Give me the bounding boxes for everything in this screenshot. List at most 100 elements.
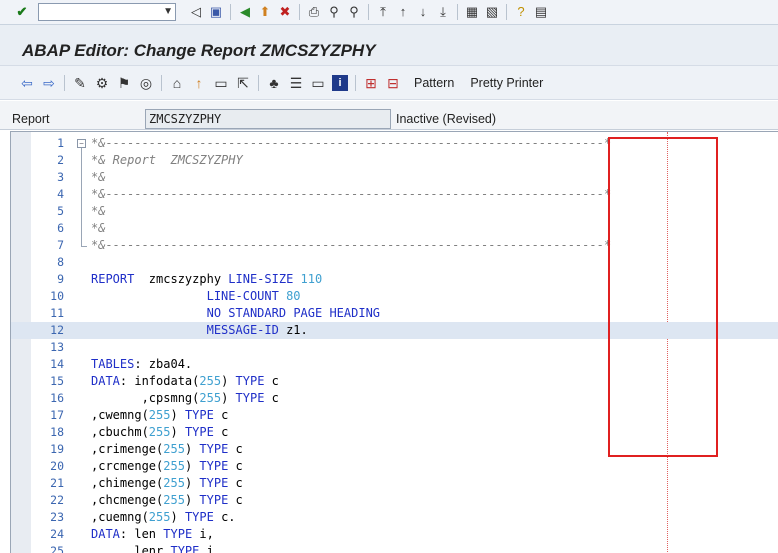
line-number: 20 [50, 459, 64, 473]
code-text: ,cwemng(255) TYPE c [91, 408, 229, 422]
toolbar-separator [64, 74, 65, 91]
first-page-icon[interactable]: ⤒ [375, 4, 391, 20]
code-line[interactable]: 23 ,cuemng(255) TYPE c. [11, 509, 778, 526]
application-toolbar: ⇦ ⇨ ✎ ⚙ ⚑ ◎ ⌂ ↑ ▭ ⇱ ♣ ☰ ▭ i ⊞ ⊟ Pattern … [0, 66, 778, 100]
line-number: 5 [57, 204, 64, 218]
code-text: ,crimenge(255) TYPE c [91, 442, 243, 456]
save-icon[interactable]: ▣ [208, 4, 224, 20]
info-icon[interactable]: i [332, 74, 348, 91]
line-number: 24 [50, 527, 64, 541]
toolbar-separator [299, 4, 300, 20]
navigation-window-icon[interactable]: ⇱ [235, 75, 251, 91]
toolbar-separator [368, 4, 369, 20]
line-number: 21 [50, 476, 64, 490]
pretty-printer-button[interactable]: Pretty Printer [470, 76, 543, 90]
code-text: *&--------------------------------------… [91, 136, 612, 150]
layout-menu-icon[interactable]: ▤ [533, 4, 549, 20]
command-field-dropdown-icon[interactable]: ▼ [163, 4, 173, 20]
stack-icon[interactable]: ☰ [288, 75, 304, 91]
find-icon[interactable]: ⚲ [326, 4, 342, 20]
code-text: LINE-COUNT 80 [206, 289, 301, 303]
code-line[interactable]: 24 DATA: len TYPE i, [11, 526, 778, 543]
toolbar-separator [457, 4, 458, 20]
report-label: Report [12, 112, 50, 126]
code-line[interactable]: 25 lenr TYPE i. [11, 543, 778, 553]
back-icon[interactable]: ◀ [237, 4, 253, 20]
code-text: lenr TYPE i. [91, 544, 222, 553]
activate-icon[interactable]: ⚑ [116, 75, 132, 91]
code-text: ,chimenge(255) TYPE c [91, 476, 243, 490]
line-number: 16 [50, 391, 64, 405]
collapse-block-icon[interactable]: − [77, 139, 86, 148]
line-number: 6 [57, 221, 64, 235]
line-number: 3 [57, 170, 64, 184]
help-icon[interactable]: ? [513, 4, 529, 20]
display-object-list-icon[interactable]: ▭ [213, 75, 229, 91]
line-number: 25 [50, 544, 64, 553]
print-icon[interactable]: ⎙ [306, 4, 322, 20]
line-number: 7 [57, 238, 64, 252]
line-number: 23 [50, 510, 64, 524]
new-session-icon[interactable]: ▦ [464, 4, 480, 20]
annotation-highlight-box [608, 137, 718, 457]
display-change-icon[interactable]: ✎ [72, 75, 88, 91]
code-text: ,chcmenge(255) TYPE c [91, 493, 243, 507]
code-text: DATA: len TYPE i, [91, 527, 214, 541]
report-row: Report ZMCSZYZPHY Inactive (Revised) [0, 101, 778, 130]
insert-icon[interactable]: ⊞ [363, 75, 379, 91]
line-number: 11 [50, 306, 64, 320]
back-history-icon[interactable]: ◁ [188, 4, 204, 20]
enter-check-icon[interactable]: ✔ [14, 4, 30, 20]
line-number: 14 [50, 357, 64, 371]
code-line[interactable]: 20 ,crcmenge(255) TYPE c [11, 458, 778, 475]
line-number: 8 [57, 255, 64, 269]
code-line[interactable]: 21 ,chimenge(255) TYPE c [11, 475, 778, 492]
line-number: 13 [50, 340, 64, 354]
line-number: 4 [57, 187, 64, 201]
command-field[interactable]: ▼ [38, 3, 176, 21]
check-syntax-icon[interactable]: ⚙ [94, 75, 110, 91]
line-number: 9 [57, 272, 64, 286]
code-text: ,cpsmng(255) TYPE c [91, 391, 279, 405]
shortcut-icon[interactable]: ▧ [484, 4, 500, 20]
back-arrow-icon[interactable]: ⇦ [19, 75, 35, 91]
cancel-icon[interactable]: ✖ [277, 4, 293, 20]
screen-icon[interactable]: ▭ [310, 75, 326, 91]
fold-guide-line [81, 148, 82, 246]
code-text: *&--------------------------------------… [91, 238, 612, 252]
code-text: REPORT zmcszyzphy LINE-SIZE 110 [91, 272, 323, 286]
delete-icon[interactable]: ⊟ [385, 75, 401, 91]
toolbar-separator [355, 74, 356, 91]
line-number: 15 [50, 374, 64, 388]
code-text: MESSAGE-ID z1. [206, 323, 308, 337]
next-page-icon[interactable]: ↓ [415, 4, 431, 20]
line-number: 17 [50, 408, 64, 422]
line-number: 12 [50, 323, 64, 337]
code-line[interactable]: 22 ,chcmenge(255) TYPE c [11, 492, 778, 509]
pattern-button[interactable]: Pattern [414, 76, 454, 90]
toolbar-separator [230, 4, 231, 20]
line-number: 22 [50, 493, 64, 507]
title-bar: ABAP Editor: Change Report ZMCSZYZPHY [0, 25, 778, 66]
find-next-icon[interactable]: ⚲ [346, 4, 362, 20]
hierarchy-icon[interactable]: ♣ [266, 75, 282, 91]
code-text: NO STANDARD PAGE HEADING [206, 306, 381, 320]
where-used-icon[interactable]: ⌂ [169, 75, 185, 91]
line-number: 19 [50, 442, 64, 456]
fold-guide-end [81, 246, 87, 247]
last-page-icon[interactable]: ⤓ [435, 4, 451, 20]
line-number: 2 [57, 153, 64, 167]
code-text: *& Report ZMCSZYZPHY [91, 153, 243, 167]
code-text: *& [91, 170, 106, 184]
previous-page-icon[interactable]: ↑ [395, 4, 411, 20]
toolbar-separator [258, 74, 259, 91]
report-name-field: ZMCSZYZPHY [145, 109, 391, 129]
line-number: 18 [50, 425, 64, 439]
forward-arrow-icon[interactable]: ⇨ [41, 75, 57, 91]
line-number: 10 [50, 289, 64, 303]
breakpoint-icon[interactable]: ↑ [191, 75, 207, 91]
exit-icon[interactable]: ⬆ [257, 4, 273, 20]
test-icon[interactable]: ◎ [138, 75, 154, 91]
code-text: *&--------------------------------------… [91, 187, 612, 201]
toolbar-separator [161, 74, 162, 91]
